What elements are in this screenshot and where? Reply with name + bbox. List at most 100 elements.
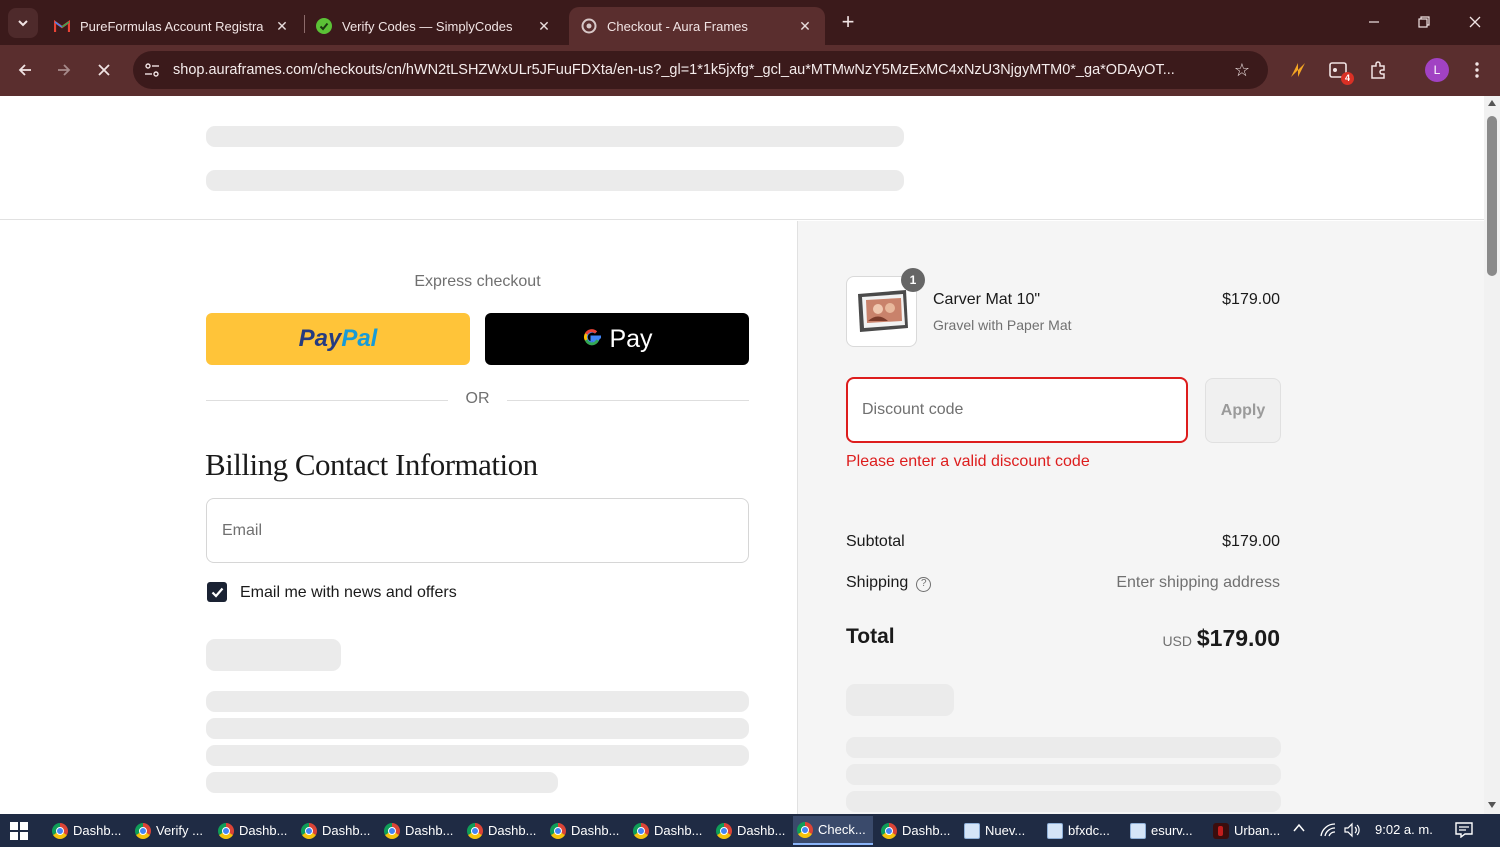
tab-checkout-aura-frames[interactable]: Checkout - Aura Frames ✕: [569, 7, 825, 45]
taskbar-item-label: Dashb...: [571, 823, 620, 838]
taskbar-item[interactable]: Dashb...: [297, 816, 377, 845]
new-tab-button[interactable]: +: [836, 11, 860, 35]
taskbar-item[interactable]: Dashb...: [712, 816, 792, 845]
billing-section-title: Billing Contact Information: [205, 447, 538, 482]
chrome-icon: [716, 822, 732, 839]
extensions-puzzle-icon[interactable]: [1366, 58, 1390, 82]
tab-search-button[interactable]: [8, 8, 38, 38]
aura-icon: [581, 18, 597, 34]
profile-avatar[interactable]: L: [1425, 58, 1449, 82]
skeleton-loader: [206, 639, 341, 671]
close-icon[interactable]: ✕: [536, 18, 552, 35]
back-button[interactable]: [12, 57, 38, 83]
taskbar-item-active[interactable]: Check...: [793, 816, 873, 845]
windows-taskbar: Dashb... Verify ... Dashb... Dashb... Da…: [0, 814, 1500, 847]
newsletter-label[interactable]: Email me with news and offers: [240, 584, 457, 602]
bookmark-star-icon[interactable]: ☆: [1232, 60, 1252, 80]
url-text[interactable]: shop.auraframes.com/checkouts/cn/hWN2tLS…: [173, 62, 1213, 78]
wifi-icon[interactable]: [1320, 823, 1336, 840]
windows-start-button[interactable]: [10, 822, 28, 840]
volume-icon[interactable]: [1343, 822, 1361, 841]
taskbar-item[interactable]: Verify ...: [131, 816, 211, 845]
page-scrollbar[interactable]: [1484, 96, 1500, 814]
chrome-icon: [301, 822, 317, 839]
google-pay-button[interactable]: Pay: [485, 313, 749, 365]
discount-error-message: Please enter a valid discount code: [846, 453, 1090, 470]
skeleton-loader: [846, 764, 1281, 785]
site-info-icon[interactable]: [142, 60, 162, 80]
taskbar-item[interactable]: Dashb...: [214, 816, 294, 845]
taskbar-item[interactable]: esurv...: [1126, 816, 1206, 845]
discount-code-field[interactable]: [846, 377, 1188, 443]
scroll-up-arrow[interactable]: [1488, 100, 1496, 106]
paypal-button[interactable]: Pay Pal: [206, 313, 470, 365]
apply-discount-button[interactable]: Apply: [1205, 378, 1281, 443]
browser-toolbar: shop.auraframes.com/checkouts/cn/hWN2tLS…: [0, 45, 1500, 96]
chevron-up-icon[interactable]: [1292, 821, 1306, 838]
google-g-icon: [581, 324, 603, 355]
taskbar-item-label: Dashb...: [405, 823, 454, 838]
or-divider: OR: [206, 390, 749, 410]
divider-line: [507, 400, 749, 401]
minimize-icon[interactable]: [1362, 10, 1386, 34]
address-bar[interactable]: shop.auraframes.com/checkouts/cn/hWN2tLS…: [133, 51, 1268, 89]
taskbar-item-label: Dashb...: [737, 823, 786, 838]
page-viewport: Express checkout Pay Pal Pay OR Billing C…: [0, 96, 1484, 814]
close-window-icon[interactable]: [1463, 10, 1487, 34]
google-pay-text: Pay: [609, 324, 653, 353]
stop-loading-button[interactable]: [91, 57, 117, 83]
taskbar-item[interactable]: Urban...: [1209, 816, 1289, 845]
newsletter-checkbox[interactable]: [207, 582, 227, 602]
notification-icon[interactable]: [1455, 822, 1473, 841]
tab-pureformulas[interactable]: PureFormulas Account Registra ✕: [42, 7, 302, 45]
express-checkout-label: Express checkout: [414, 273, 541, 290]
help-circle-icon[interactable]: ?: [916, 577, 932, 592]
total-currency: USD: [1162, 633, 1192, 649]
total-value: $179.00: [1196, 625, 1280, 651]
more-menu-icon[interactable]: [1465, 58, 1489, 82]
close-icon[interactable]: ✕: [274, 18, 290, 35]
taskbar-item[interactable]: bfxdc...: [1043, 816, 1123, 845]
taskbar-item-label: Verify ...: [156, 823, 203, 838]
restore-icon[interactable]: [1412, 10, 1436, 34]
taskbar-item[interactable]: Dashb...: [48, 816, 128, 845]
email-field[interactable]: [206, 498, 749, 563]
checkout-main-column: Express checkout Pay Pal Pay OR Billing C…: [0, 221, 797, 814]
chrome-icon: [52, 822, 68, 839]
extension-lightning-icon[interactable]: [1286, 58, 1310, 82]
taskbar-item[interactable]: Dashb...: [380, 816, 460, 845]
taskbar-item[interactable]: Dashb...: [629, 816, 709, 845]
skeleton-loader: [206, 691, 749, 712]
taskbar-item-label: Urban...: [1234, 823, 1281, 838]
taskbar-item-label: esurv...: [1151, 823, 1193, 838]
taskbar-item-label: Dashb...: [902, 823, 951, 838]
product-variant: Gravel with Paper Mat: [933, 317, 1072, 333]
taskbar-item[interactable]: Dashb...: [546, 816, 626, 845]
chrome-icon: [881, 822, 897, 839]
extension-badge-icon[interactable]: 4: [1326, 58, 1354, 85]
paypal-logo-part-2: Pal: [341, 325, 378, 352]
close-icon[interactable]: ✕: [797, 18, 813, 35]
order-summary: 1 Carver Mat 10" Gravel with Paper Mat $…: [797, 221, 1484, 814]
scroll-down-arrow[interactable]: [1488, 802, 1496, 808]
clock[interactable]: 9:02 a. m.: [1375, 822, 1433, 837]
notepad-icon: [964, 822, 980, 839]
notepad-icon: [1130, 822, 1146, 839]
taskbar-item-label: bfxdc...: [1068, 823, 1110, 838]
scrollbar-thumb[interactable]: [1487, 116, 1497, 276]
skeleton-loader: [206, 745, 749, 766]
tab-title: PureFormulas Account Registra: [80, 18, 264, 34]
tab-simplycodes[interactable]: Verify Codes — SimplyCodes ✕: [304, 7, 564, 45]
forward-button[interactable]: [51, 57, 77, 83]
chrome-icon: [633, 822, 649, 839]
shipping-label: Shipping: [846, 574, 909, 591]
app-icon: [1213, 822, 1229, 839]
arrow-left-icon: [18, 64, 31, 76]
tab-title: Checkout - Aura Frames: [607, 18, 748, 34]
checkmark-icon: [211, 587, 223, 598]
taskbar-item[interactable]: Nuev...: [960, 816, 1040, 845]
taskbar-item[interactable]: Dashb...: [877, 816, 957, 845]
taskbar-item[interactable]: Dashb...: [463, 816, 543, 845]
skeleton-loader: [206, 718, 749, 739]
skeleton-loader: [846, 791, 1281, 812]
